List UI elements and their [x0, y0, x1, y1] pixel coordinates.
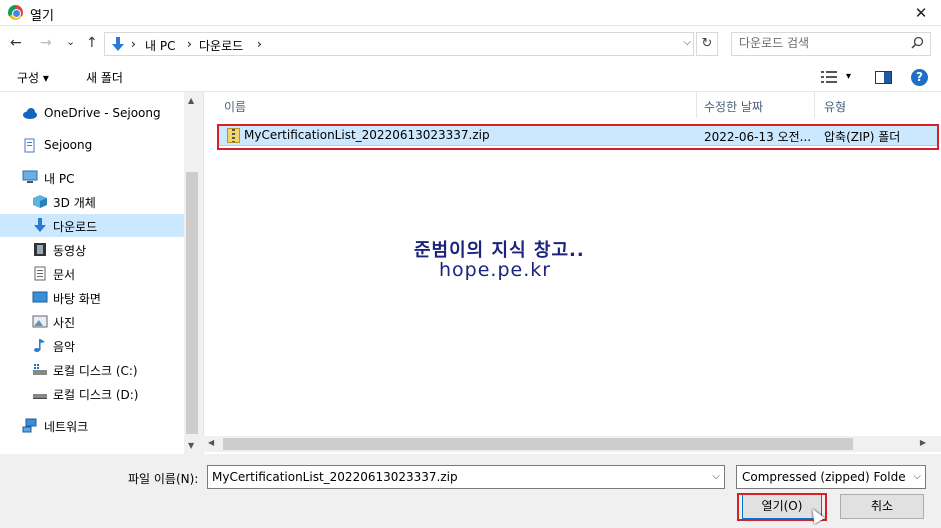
scroll-up-icon[interactable]: ▲ — [188, 96, 194, 105]
sidebar-item-3d-objects[interactable]: 3D 개체 — [0, 190, 184, 213]
desktop-icon — [32, 291, 48, 303]
horizontal-scrollbar[interactable]: ◀ ▶ — [203, 436, 941, 452]
file-list: 이름 수정한 날짜 유형 MyCertificationList_2022061… — [203, 92, 941, 454]
sidebar-item-music[interactable]: 음악 — [0, 334, 184, 357]
sidebar-item-label: 3D 개체 — [53, 196, 96, 210]
up-button[interactable]: ↑ — [86, 35, 98, 51]
command-bar: 구성 ▾ 새 폴더 ▾ ? — [0, 62, 941, 92]
zip-folder-icon — [227, 128, 240, 143]
filetype-value: Compressed (zipped) Folder (* — [742, 470, 906, 484]
user-icon — [24, 138, 35, 153]
sidebar-item-sejoong[interactable]: Sejoong — [0, 134, 184, 157]
filename-value: MyCertificationList_20220613023337.zip — [212, 470, 458, 484]
watermark-url: hope.pe.kr — [439, 259, 552, 281]
sidebar-item-label: 동영상 — [53, 244, 87, 258]
filename-label: 파일 이름(N): — [128, 472, 199, 486]
dialog-footer: 파일 이름(N): MyCertificationList_2022061302… — [0, 454, 941, 528]
forward-button[interactable]: → — [40, 35, 52, 51]
sidebar-item-desktop[interactable]: 바탕 화면 — [0, 286, 184, 309]
column-header-type[interactable]: 유형 — [824, 92, 846, 118]
scroll-left-icon[interactable]: ◀ — [208, 438, 214, 447]
sidebar-item-label: 바탕 화면 — [53, 292, 101, 306]
crumb-this-pc[interactable]: 내 PC — [145, 37, 175, 54]
document-icon — [34, 266, 46, 281]
back-button[interactable]: ← — [10, 35, 22, 51]
crumb-downloads[interactable]: 다운로드 — [199, 37, 243, 54]
search-input[interactable] — [739, 36, 899, 50]
sidebar-item-drive-d[interactable]: 로컬 디스크 (D:) — [0, 382, 184, 405]
filename-field[interactable]: MyCertificationList_20220613023337.zip ⌵ — [207, 465, 725, 489]
download-folder-icon — [112, 37, 124, 51]
column-header-name[interactable]: 이름 — [224, 92, 246, 118]
drive-icon — [33, 364, 47, 375]
crumb-separator: › — [257, 37, 262, 51]
sidebar-item-label: 로컬 디스크 (D:) — [53, 388, 139, 402]
help-icon[interactable]: ? — [911, 69, 928, 86]
recent-locations-button[interactable]: ⌄ — [66, 35, 75, 48]
sidebar-item-onedrive[interactable]: OneDrive - Sejoong — [0, 102, 184, 125]
cancel-button[interactable]: 취소 — [840, 494, 924, 519]
column-header-date[interactable]: 수정한 날짜 — [704, 92, 763, 118]
preview-pane-icon[interactable] — [875, 71, 892, 84]
chevron-down-icon[interactable]: ⌵ — [913, 471, 921, 482]
filetype-select[interactable]: Compressed (zipped) Folder (* ⌵ — [736, 465, 926, 489]
new-folder-button[interactable]: 새 폴더 — [86, 69, 123, 86]
sidebar-item-downloads[interactable]: 다운로드 — [0, 214, 184, 237]
scroll-right-icon[interactable]: ▶ — [920, 438, 926, 447]
sidebar-item-videos[interactable]: 동영상 — [0, 238, 184, 261]
close-button[interactable]: ✕ — [901, 0, 941, 26]
file-name: MyCertificationList_20220613023337.zip — [244, 128, 490, 142]
chrome-icon — [8, 5, 23, 20]
sidebar-item-label: 네트워크 — [44, 420, 89, 434]
music-icon — [34, 339, 45, 352]
sidebar-item-label: OneDrive - Sejoong — [44, 106, 161, 120]
scrollbar-thumb[interactable] — [223, 438, 853, 450]
sidebar-item-label: 문서 — [53, 268, 76, 282]
cube-icon — [33, 195, 47, 208]
organize-button[interactable]: 구성 ▾ — [17, 69, 49, 86]
sidebar-item-label: 내 PC — [44, 172, 75, 186]
sidebar-item-label: 다운로드 — [53, 220, 98, 234]
scroll-down-icon[interactable]: ▼ — [188, 441, 194, 450]
chevron-down-icon[interactable]: ⌵ — [683, 37, 691, 48]
film-icon — [34, 243, 46, 256]
refresh-button[interactable]: ↻ — [696, 32, 718, 56]
title-bar: 열기 ✕ — [0, 0, 941, 26]
address-row: ← → ⌄ ↑ › 내 PC › 다운로드 › ⌵ ↻ — [0, 26, 941, 62]
crumb-separator: › — [187, 37, 192, 51]
navigation-pane: OneDrive - Sejoong Sejoong 내 PC 3D 개체 다운… — [0, 92, 200, 454]
scrollbar-thumb[interactable] — [186, 172, 198, 434]
sidebar-item-label: Sejoong — [44, 138, 93, 152]
file-row[interactable]: MyCertificationList_20220613023337.zip 2… — [218, 124, 938, 146]
sidebar-item-network[interactable]: 네트워크 — [0, 414, 184, 437]
drive-icon — [33, 394, 47, 399]
picture-icon — [32, 315, 48, 328]
pc-icon — [22, 170, 38, 183]
address-bar[interactable]: › 내 PC › 다운로드 › ⌵ — [104, 32, 694, 56]
network-icon — [22, 418, 37, 433]
search-icon[interactable] — [911, 36, 924, 49]
sidebar-item-this-pc[interactable]: 내 PC — [0, 166, 184, 189]
sidebar-item-documents[interactable]: 문서 — [0, 262, 184, 285]
view-dropdown-icon[interactable]: ▾ — [846, 71, 851, 82]
sidebar-item-pictures[interactable]: 사진 — [0, 310, 184, 333]
sidebar-item-label: 사진 — [53, 316, 76, 330]
search-box[interactable] — [731, 32, 931, 56]
sidebar-item-label: 음악 — [53, 340, 76, 354]
view-options-icon[interactable] — [821, 71, 837, 83]
sidebar-item-label: 로컬 디스크 (C:) — [53, 364, 138, 378]
navigation-scrollbar[interactable]: ▲ ▼ — [184, 92, 200, 454]
column-divider[interactable] — [814, 92, 815, 118]
sidebar-item-drive-c[interactable]: 로컬 디스크 (C:) — [0, 358, 184, 381]
column-divider[interactable] — [696, 92, 697, 118]
crumb-separator: › — [131, 37, 136, 51]
file-type: 압축(ZIP) 폴더 — [824, 130, 901, 144]
file-date: 2022-06-13 오전... — [704, 130, 812, 144]
chevron-down-icon[interactable]: ⌵ — [712, 471, 720, 482]
window-title: 열기 — [30, 9, 54, 24]
cloud-icon — [23, 108, 37, 119]
download-icon — [34, 218, 46, 232]
